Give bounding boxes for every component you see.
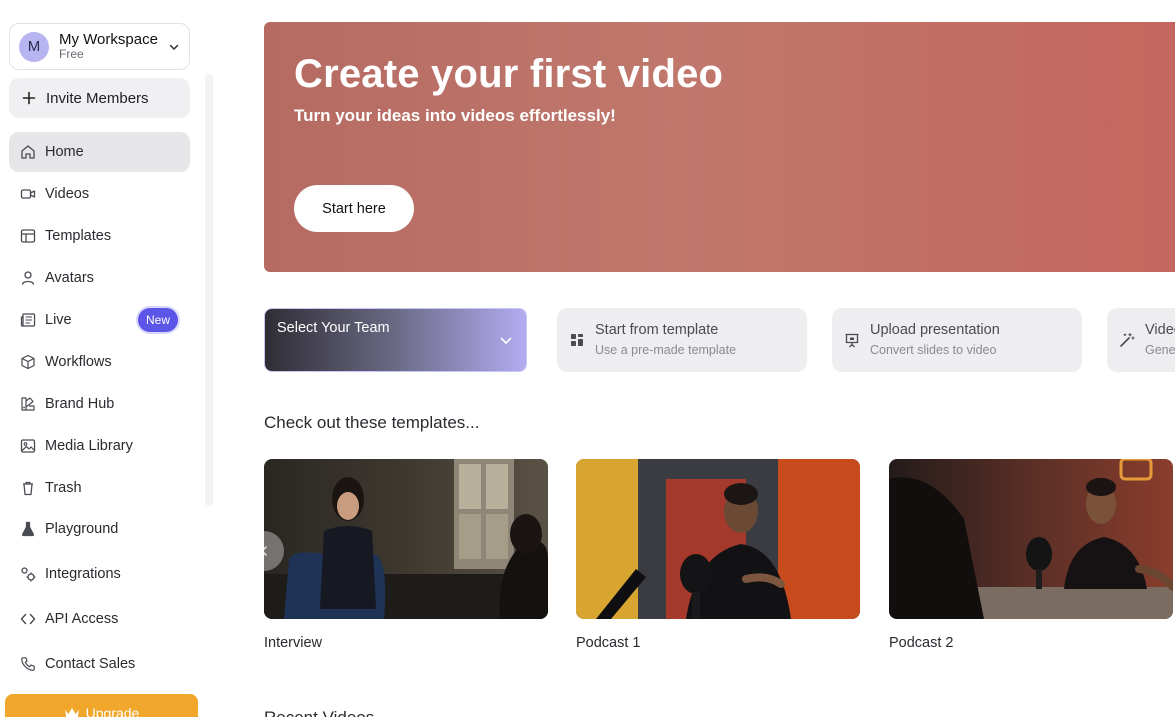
workspace-name: My Workspace bbox=[59, 30, 158, 48]
sidebar-item-avatars[interactable]: Avatars bbox=[9, 258, 190, 298]
video-camera-icon bbox=[20, 186, 36, 202]
invite-members-button[interactable]: Invite Members bbox=[9, 78, 190, 118]
sidebar: M My Workspace Free Invite Members Home … bbox=[0, 0, 215, 717]
sidebar-item-label: Live bbox=[45, 312, 72, 328]
sidebar-item-trash[interactable]: Trash bbox=[9, 468, 190, 508]
template-card-podcast-2[interactable]: Podcast 2 bbox=[889, 459, 1173, 651]
recent-videos-title: Recent Videos bbox=[264, 708, 374, 717]
sidebar-item-templates[interactable]: Templates bbox=[9, 216, 190, 256]
workspace-switcher[interactable]: M My Workspace Free bbox=[9, 23, 190, 70]
action-subtitle: Use a pre-made template bbox=[595, 343, 737, 357]
interview-thumbnail-image bbox=[264, 459, 548, 619]
sidebar-item-api-access[interactable]: API Access bbox=[9, 599, 190, 639]
sidebar-item-label: Media Library bbox=[45, 438, 133, 454]
sidebar-item-home[interactable]: Home bbox=[9, 132, 190, 172]
integrations-icon bbox=[20, 566, 36, 582]
podcast-2-thumbnail-image bbox=[889, 459, 1173, 619]
sidebar-item-label: Workflows bbox=[45, 354, 112, 370]
template-name: Podcast 1 bbox=[576, 635, 641, 651]
hero-subtitle: Turn your ideas into videos effortlessly… bbox=[294, 106, 616, 125]
template-name: Podcast 2 bbox=[889, 635, 954, 651]
brand-kit-icon bbox=[20, 396, 36, 412]
workspace-plan: Free bbox=[59, 47, 84, 62]
sidebar-item-label: Templates bbox=[45, 228, 112, 244]
team-select-label: Select Your Team bbox=[277, 320, 390, 336]
chevron-left-icon bbox=[261, 546, 267, 556]
action-title: Video bbox=[1145, 322, 1175, 338]
phone-icon bbox=[20, 656, 36, 672]
flask-icon bbox=[20, 521, 36, 537]
magic-wand-icon bbox=[1120, 332, 1135, 347]
sidebar-item-label: Contact Sales bbox=[45, 656, 136, 672]
sidebar-item-label: Brand Hub bbox=[45, 396, 115, 412]
chevron-down-icon bbox=[168, 41, 180, 53]
template-icon bbox=[571, 334, 583, 346]
template-card-interview[interactable]: Interview bbox=[264, 459, 548, 651]
templates-section-title: Check out these templates... bbox=[264, 413, 480, 432]
sidebar-item-playground[interactable]: Playground bbox=[9, 509, 190, 549]
podcast-1-thumbnail-image bbox=[576, 459, 860, 619]
action-title: Start from template bbox=[595, 322, 719, 338]
sidebar-item-label: Videos bbox=[45, 186, 90, 202]
sidebar-item-label: Avatars bbox=[45, 270, 94, 286]
sidebar-item-label: Home bbox=[45, 144, 84, 160]
start-from-template-card[interactable]: Start from template Use a pre-made templ… bbox=[557, 308, 807, 372]
trash-icon bbox=[20, 480, 36, 496]
new-badge: New bbox=[137, 308, 178, 332]
layout-icon bbox=[20, 228, 36, 244]
template-thumbnail[interactable] bbox=[889, 459, 1173, 619]
upgrade-button[interactable]: Upgrade bbox=[5, 694, 198, 717]
sidebar-item-media-library[interactable]: Media Library bbox=[9, 426, 190, 466]
template-thumbnail[interactable] bbox=[264, 459, 548, 619]
upgrade-label: Upgrade bbox=[85, 705, 140, 717]
workspace-info: My Workspace Free bbox=[59, 31, 158, 62]
sidebar-scrollbar[interactable] bbox=[205, 74, 213, 506]
hero-title: Create your first video bbox=[294, 52, 724, 96]
team-select-dropdown[interactable]: Select Your Team bbox=[264, 308, 527, 372]
sidebar-item-label: API Access bbox=[45, 611, 119, 627]
chevron-down-icon bbox=[500, 337, 512, 344]
crown-icon bbox=[64, 708, 79, 717]
sidebar-item-live[interactable]: Live New bbox=[9, 300, 190, 340]
plus-icon bbox=[21, 90, 37, 106]
sidebar-item-videos[interactable]: Videos bbox=[9, 174, 190, 214]
upload-presentation-card[interactable]: Upload presentation Convert slides to vi… bbox=[832, 308, 1082, 372]
action-subtitle: Convert slides to video bbox=[870, 343, 997, 357]
home-icon bbox=[20, 144, 36, 160]
image-icon bbox=[20, 438, 36, 454]
cube-icon bbox=[20, 354, 36, 370]
sidebar-item-workflows[interactable]: Workflows bbox=[9, 342, 190, 382]
template-card-podcast-1[interactable]: Podcast 1 bbox=[576, 459, 860, 651]
newspaper-icon bbox=[20, 312, 36, 328]
action-subtitle: Gene bbox=[1145, 343, 1175, 357]
invite-members-label: Invite Members bbox=[46, 89, 149, 107]
sidebar-item-label: Playground bbox=[45, 521, 119, 537]
generate-video-card[interactable]: Video Gene bbox=[1107, 308, 1175, 372]
sidebar-item-integrations[interactable]: Integrations bbox=[9, 554, 190, 594]
sidebar-item-contact-sales[interactable]: Contact Sales bbox=[9, 644, 190, 684]
user-icon bbox=[20, 270, 36, 286]
hero-banner: Create your first video Turn your ideas … bbox=[264, 22, 1175, 272]
template-thumbnail[interactable] bbox=[576, 459, 860, 619]
carousel-prev-button[interactable] bbox=[244, 531, 284, 571]
workspace-avatar: M bbox=[19, 31, 49, 62]
action-title: Upload presentation bbox=[870, 322, 1000, 338]
sidebar-item-label: Trash bbox=[45, 480, 82, 496]
sidebar-item-brand-hub[interactable]: Brand Hub bbox=[9, 384, 190, 424]
presentation-icon bbox=[845, 333, 859, 348]
start-here-button[interactable]: Start here bbox=[294, 185, 414, 232]
sidebar-item-label: Integrations bbox=[45, 566, 121, 582]
code-icon bbox=[20, 611, 36, 627]
template-name: Interview bbox=[264, 635, 323, 651]
